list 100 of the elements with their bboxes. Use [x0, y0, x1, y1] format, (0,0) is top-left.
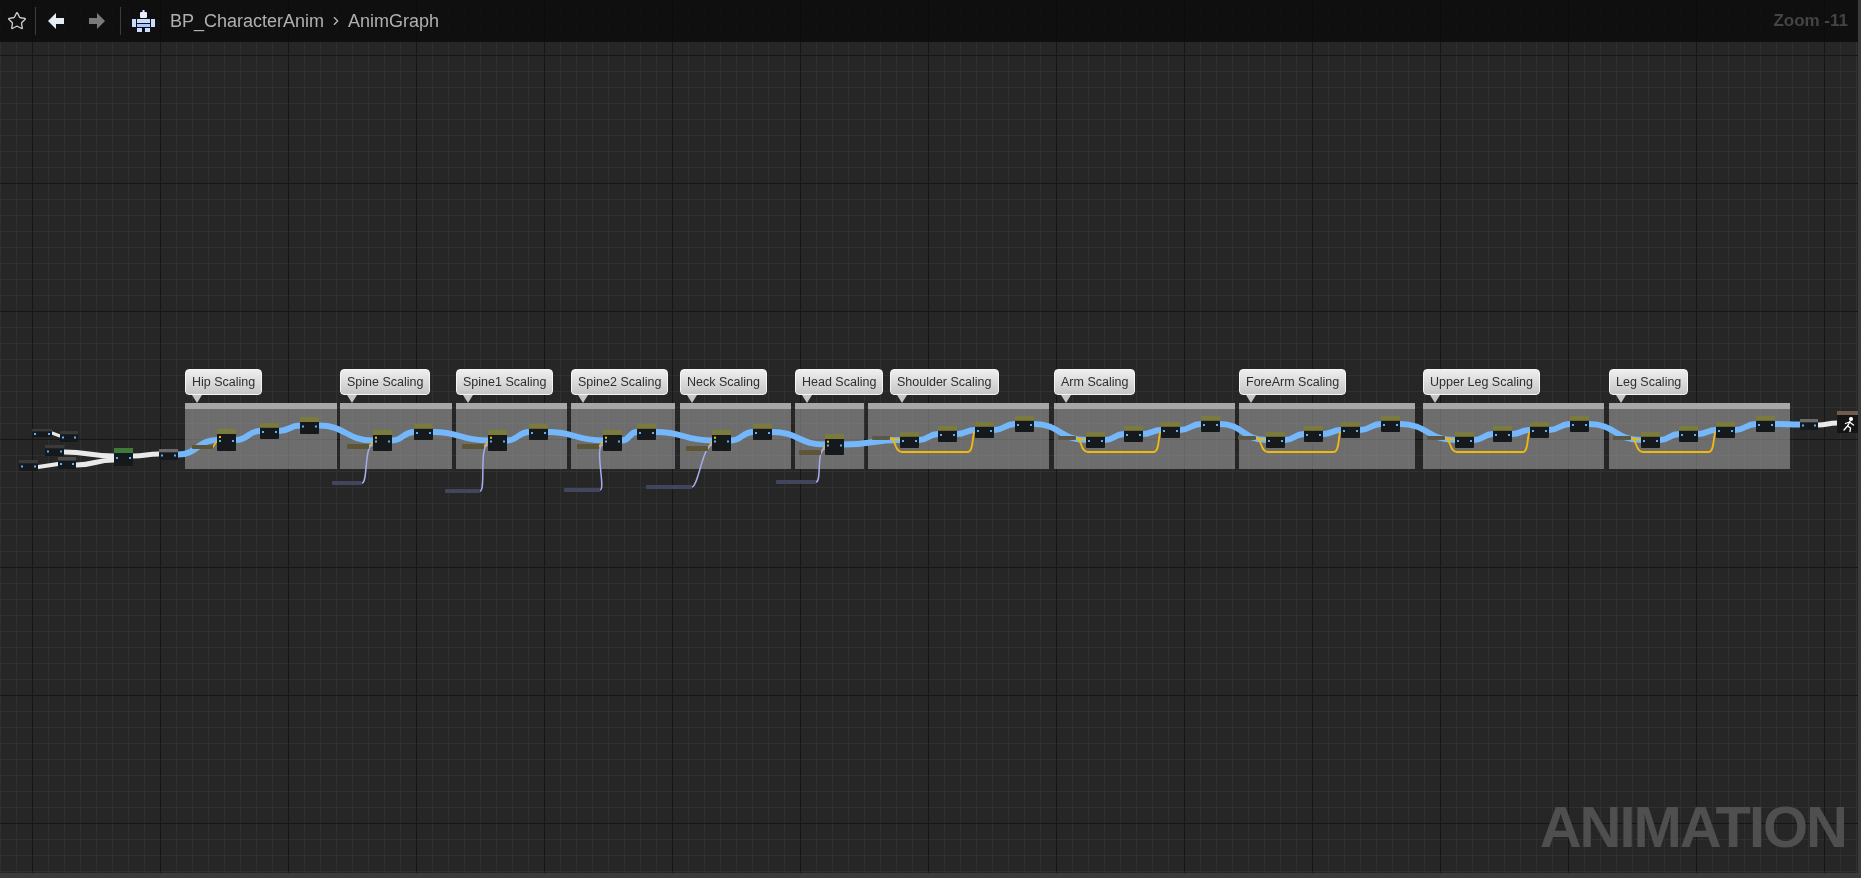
- connection-wire: [504, 429, 532, 444]
- connection-wire: [50, 431, 62, 438]
- graph-node: [1341, 422, 1360, 438]
- breadcrumb-link[interactable]: AnimGraph: [348, 12, 440, 30]
- connection-wire: [991, 421, 1018, 433]
- graph-node: [32, 429, 52, 437]
- callout-tail-icon: [802, 395, 812, 403]
- variable-node: [445, 489, 480, 493]
- graph-node: [1800, 419, 1818, 430]
- comment-title: ForeArm Scaling: [1239, 369, 1347, 395]
- variable-node: [1613, 436, 1631, 440]
- callout-tail-icon: [687, 395, 697, 403]
- graph-node: [1201, 416, 1220, 432]
- breadcrumb-link[interactable]: BP_CharacterAnim: [170, 12, 325, 30]
- connection-wire: [1772, 421, 1803, 428]
- connection-wire: [130, 451, 162, 459]
- graph-node: [60, 431, 78, 442]
- comment-title: Spine Scaling: [340, 369, 431, 395]
- graph-node: [114, 448, 133, 466]
- graph-type-label: ANIMATION: [1539, 798, 1846, 856]
- graph-node: [1086, 432, 1105, 448]
- graph-node: [1124, 426, 1143, 442]
- comment-title: Head Scaling: [795, 369, 884, 395]
- running-figure-icon: [1843, 416, 1855, 433]
- callout-tail-icon: [1616, 395, 1626, 403]
- variable-node: [1238, 436, 1256, 440]
- callout-tail-icon: [897, 395, 907, 403]
- variable-node: [347, 444, 369, 449]
- graph-node: [1266, 432, 1285, 448]
- graph-node: [1161, 422, 1180, 438]
- variable-node: [686, 446, 708, 451]
- robot-icon: [132, 10, 155, 32]
- graph-node: [529, 424, 548, 440]
- variable-node: [799, 450, 821, 455]
- variable-node: [577, 444, 599, 449]
- variable-node: [646, 485, 692, 489]
- graph-node: [19, 460, 38, 471]
- graph-node: [1493, 426, 1512, 442]
- graph-node: [1570, 416, 1589, 432]
- connection-wire: [1815, 420, 1840, 428]
- graph-node: [603, 430, 622, 451]
- graph-node: [637, 424, 656, 440]
- connection-wire: [1357, 421, 1384, 433]
- variable-node: [872, 436, 890, 440]
- connection-wire: [276, 422, 303, 434]
- graph-node: [1641, 432, 1660, 448]
- graph-node: [1679, 426, 1698, 442]
- variable-node: [1427, 436, 1445, 440]
- graph-node: [1304, 426, 1323, 442]
- connection-wire: [36, 462, 60, 469]
- arrow-right-icon: [89, 13, 105, 29]
- connection-wire: [619, 429, 640, 444]
- variable-node: [332, 481, 362, 485]
- connection-wire: [389, 429, 417, 444]
- comment-title: Leg Scaling: [1609, 369, 1689, 395]
- star-icon[interactable]: [7, 11, 27, 31]
- arrow-left-icon: [48, 13, 64, 29]
- graph-node: [825, 434, 844, 455]
- connection-wire: [1732, 421, 1759, 433]
- graph-node: [975, 422, 994, 438]
- connection-wire: [728, 429, 756, 444]
- graph-node: [300, 417, 319, 434]
- graph-node: [488, 430, 507, 451]
- graph-node: [938, 426, 957, 442]
- graph-node: [373, 430, 392, 451]
- graph-node: [260, 423, 279, 439]
- connection-wire: [1177, 421, 1204, 433]
- graph-node: [1530, 422, 1549, 438]
- variable-node: [776, 480, 816, 484]
- variable-node: [1058, 436, 1076, 440]
- graph-node: [1015, 416, 1034, 432]
- callout-tail-icon: [578, 395, 588, 403]
- graph-node: [900, 432, 919, 448]
- graph-node: [58, 457, 76, 469]
- callout-tail-icon: [192, 395, 202, 403]
- graph-node: [712, 430, 731, 451]
- connection-wire: [61, 449, 117, 459]
- graph-node: [1716, 422, 1735, 438]
- graph-node: [159, 449, 178, 460]
- connection-wire: [233, 428, 263, 443]
- graph-node: [217, 429, 236, 451]
- graph-node: [1455, 432, 1474, 448]
- callout-tail-icon: [347, 395, 357, 403]
- callout-tail-icon: [463, 395, 473, 403]
- variable-node: [462, 444, 484, 449]
- back-button[interactable]: [47, 11, 65, 31]
- comment-title: Hip Scaling: [185, 369, 263, 395]
- variable-node: [192, 445, 213, 449]
- comment-title: Spine2 Scaling: [571, 369, 669, 395]
- comment-title: Shoulder Scaling: [890, 369, 999, 395]
- connection-wire: [1546, 421, 1573, 433]
- callout-tail-icon: [1430, 395, 1440, 403]
- comment-title: Neck Scaling: [680, 369, 767, 395]
- comment-title: Upper Leg Scaling: [1423, 369, 1540, 395]
- graph-node: [753, 424, 772, 440]
- variable-node: [564, 488, 600, 492]
- graph-node: [1756, 416, 1775, 432]
- comment-title: Arm Scaling: [1054, 369, 1136, 395]
- connection-wire: [73, 457, 117, 468]
- callout-tail-icon: [1061, 395, 1071, 403]
